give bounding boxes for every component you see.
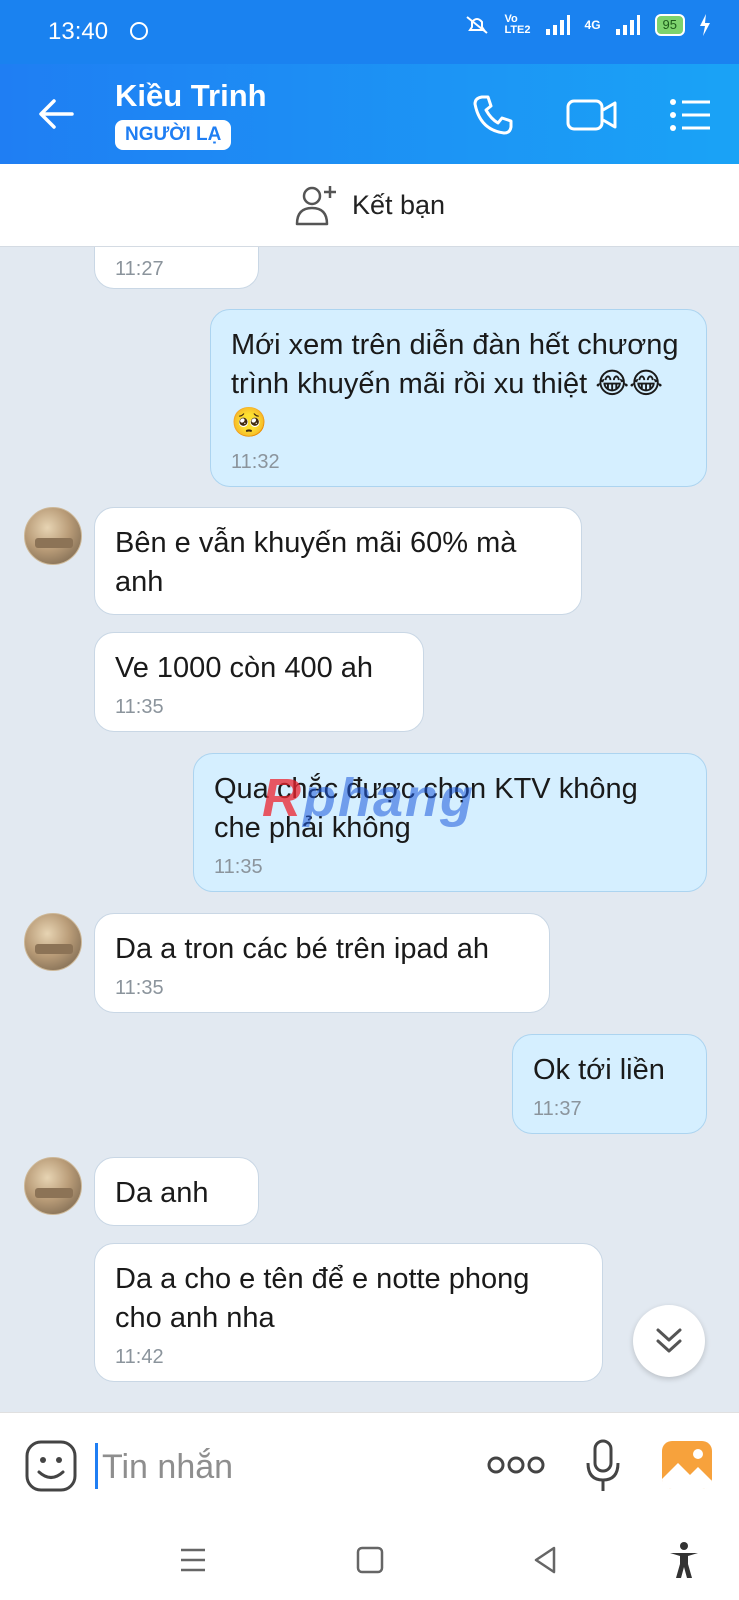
emoji-icon[interactable] xyxy=(24,1439,78,1493)
add-friend-bar[interactable]: Kết bạn xyxy=(0,164,739,247)
sync-icon xyxy=(130,22,148,40)
accessibility-icon[interactable] xyxy=(664,1540,704,1580)
incoming-message[interactable]: 11:27 xyxy=(94,247,259,289)
volte-icon: Vo LTE2 xyxy=(504,13,531,36)
message-text: Da anh xyxy=(115,1177,209,1209)
incoming-message[interactable]: Da a cho e tên để e notte phong cho anh … xyxy=(94,1243,603,1382)
menu-list-icon[interactable] xyxy=(668,92,714,138)
message-text: Da a cho e tên để e notte phong cho anh … xyxy=(115,1263,530,1334)
mic-icon[interactable] xyxy=(585,1439,621,1493)
message-input[interactable] xyxy=(100,1441,454,1493)
text-cursor xyxy=(95,1443,98,1489)
status-time: 13:40 xyxy=(48,18,109,45)
signal-icon xyxy=(545,15,570,35)
signal-icon-2 xyxy=(615,15,640,35)
avatar[interactable] xyxy=(24,913,82,971)
add-friend-icon xyxy=(295,186,336,226)
status-bar: 13:40 Vo LTE2 4G 95 xyxy=(0,0,739,64)
watermark-logo: Rphang xyxy=(262,768,475,828)
image-icon[interactable] xyxy=(660,1439,714,1491)
more-icon[interactable] xyxy=(487,1453,545,1477)
mute-bell-icon xyxy=(466,16,489,34)
incoming-message[interactable]: Da a tron các bé trên ipad ah 11:35 xyxy=(94,913,550,1013)
message-time: 11:35 xyxy=(115,977,164,999)
message-text: Bên e vẫn khuyến mãi 60% mà anh xyxy=(115,527,517,598)
chat-header: Kiều Trinh NGƯỜI LẠ xyxy=(0,64,739,164)
charging-icon xyxy=(700,14,710,36)
message-time: 11:35 xyxy=(115,696,164,718)
message-text: Ve 1000 còn 400 ah xyxy=(115,652,374,684)
recent-apps-icon[interactable] xyxy=(173,1540,213,1580)
back-nav-icon[interactable] xyxy=(526,1540,566,1580)
message-text: Mới xem trên diễn đàn hết chương trình k… xyxy=(231,329,679,439)
network-type: 4G xyxy=(584,18,601,32)
message-text: Ok tới liền xyxy=(533,1054,665,1086)
system-nav-bar xyxy=(0,1522,739,1600)
stranger-badge: NGƯỜI LẠ xyxy=(115,120,232,150)
incoming-message[interactable]: Ve 1000 còn 400 ah 11:35 xyxy=(94,632,424,732)
video-call-icon[interactable] xyxy=(566,92,618,138)
message-time: 11:37 xyxy=(533,1098,582,1120)
scroll-to-bottom-button[interactable] xyxy=(633,1305,705,1377)
message-time: 11:35 xyxy=(214,856,263,878)
phone-icon[interactable] xyxy=(470,92,516,138)
contact-name[interactable]: Kiều Trinh xyxy=(115,78,267,114)
add-friend-label: Kết bạn xyxy=(351,189,446,220)
message-time: 11:32 xyxy=(231,451,280,473)
outgoing-message[interactable]: Mới xem trên diễn đàn hết chương trình k… xyxy=(210,309,707,487)
back-arrow-icon[interactable] xyxy=(36,94,76,134)
message-time: 11:42 xyxy=(115,1346,164,1368)
battery-level: 95 xyxy=(654,14,685,36)
home-icon[interactable] xyxy=(350,1540,390,1580)
composer-bar xyxy=(0,1412,739,1523)
outgoing-message[interactable]: Ok tới liền 11:37 xyxy=(512,1034,707,1134)
message-time: 11:27 xyxy=(115,258,164,280)
incoming-message[interactable]: Bên e vẫn khuyến mãi 60% mà anh xyxy=(94,507,582,615)
avatar[interactable] xyxy=(24,1157,82,1215)
avatar[interactable] xyxy=(24,507,82,565)
status-indicators: Vo LTE2 4G 95 xyxy=(464,14,711,36)
message-text: Da a tron các bé trên ipad ah xyxy=(115,933,490,965)
chevron-double-down-icon xyxy=(656,1328,682,1353)
message-list[interactable]: 11:27 Mới xem trên diễn đàn hết chương t… xyxy=(0,247,739,1412)
incoming-message[interactable]: Da anh xyxy=(94,1157,259,1226)
